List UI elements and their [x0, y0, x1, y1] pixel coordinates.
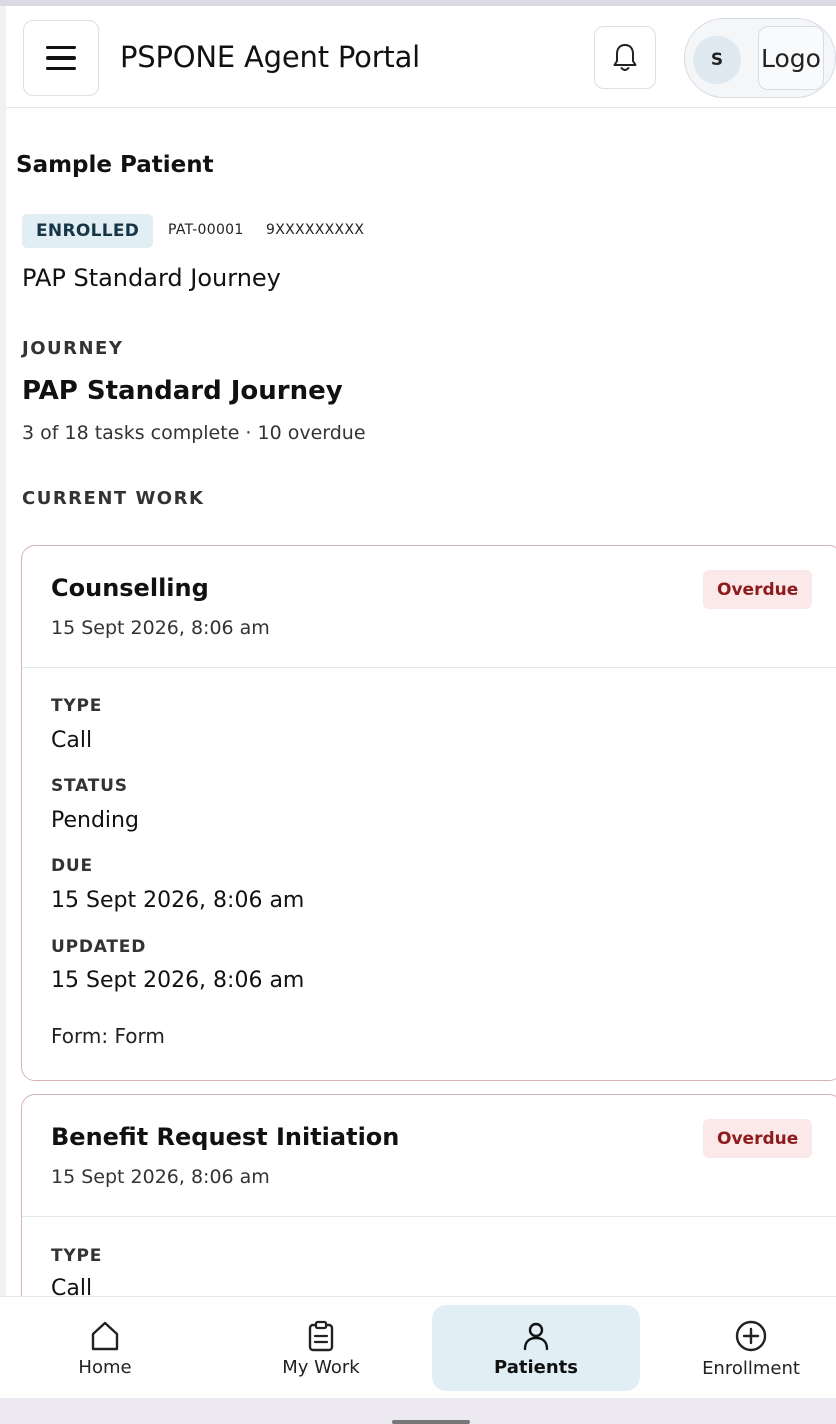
nav-patients[interactable]: Patients	[432, 1305, 640, 1391]
nav-enrollment-label: Enrollment	[702, 1357, 800, 1379]
nav-home-label: Home	[78, 1356, 132, 1378]
task-title: Benefit Request Initiation	[51, 1123, 400, 1151]
type-label: TYPE	[51, 696, 103, 716]
person-icon	[523, 1322, 549, 1350]
due-value: 15 Sept 2026, 8:06 am	[51, 888, 305, 913]
plus-circle-icon	[735, 1320, 767, 1351]
enrollment-status-badge: ENROLLED	[22, 214, 154, 248]
app-title: PSPONE Agent Portal	[120, 40, 421, 74]
nav-my-work-label: My Work	[282, 1356, 360, 1378]
updated-value: 15 Sept 2026, 8:06 am	[51, 968, 305, 993]
nav-my-work[interactable]: My Work	[218, 1305, 424, 1391]
home-icon	[91, 1321, 119, 1350]
type-value: Call	[51, 728, 93, 753]
notifications-button[interactable]	[594, 26, 656, 89]
clipboard-icon	[308, 1320, 334, 1351]
app-header: PSPONE Agent Portal S Logout	[6, 6, 836, 108]
journey-section-label: JOURNEY	[22, 338, 124, 359]
nav-enrollment[interactable]: Enrollment	[648, 1305, 836, 1391]
nav-home[interactable]: Home	[4, 1305, 206, 1391]
status-label: STATUS	[51, 776, 128, 796]
menu-button[interactable]	[23, 20, 99, 96]
hamburger-icon	[46, 45, 76, 50]
task-card-header: Benefit Request Initiation 15 Sept 2026,…	[22, 1095, 836, 1217]
bell-icon	[613, 43, 637, 71]
journey-progress: 3 of 18 tasks complete · 10 overdue	[22, 422, 366, 444]
user-menu[interactable]: S Logout	[684, 18, 836, 98]
patient-phone: 9XXXXXXXXX	[266, 222, 365, 238]
current-work-section-label: CURRENT WORK	[22, 488, 205, 509]
task-card-header: Counselling 15 Sept 2026, 8:06 am Overdu…	[22, 546, 836, 668]
due-label: DUE	[51, 856, 93, 876]
type-label: TYPE	[51, 1246, 103, 1266]
patient-name: Sample Patient	[16, 152, 214, 178]
updated-label: UPDATED	[51, 937, 147, 957]
overdue-badge: Overdue	[703, 1119, 813, 1158]
logout-button[interactable]: Logout	[758, 26, 824, 90]
task-title: Counselling	[51, 574, 209, 602]
patient-id: PAT-00001	[168, 222, 244, 238]
avatar[interactable]: S	[693, 36, 741, 84]
journey-title: PAP Standard Journey	[22, 376, 343, 406]
status-value: Pending	[51, 808, 139, 833]
patient-program: PAP Standard Journey	[22, 264, 281, 292]
home-indicator[interactable]	[392, 1420, 470, 1424]
task-date: 15 Sept 2026, 8:06 am	[51, 1166, 270, 1188]
logout-label: Logout	[761, 43, 823, 73]
overdue-badge: Overdue	[703, 570, 813, 609]
task-card[interactable]: Counselling 15 Sept 2026, 8:06 am Overdu…	[21, 545, 836, 1081]
task-date: 15 Sept 2026, 8:06 am	[51, 617, 270, 639]
bottom-navigation: Home My Work Patients Enrollment	[0, 1296, 836, 1398]
left-edge-strip	[0, 6, 6, 1296]
task-form-link[interactable]: Form: Form	[51, 1024, 165, 1048]
nav-patients-label: Patients	[494, 1356, 578, 1378]
